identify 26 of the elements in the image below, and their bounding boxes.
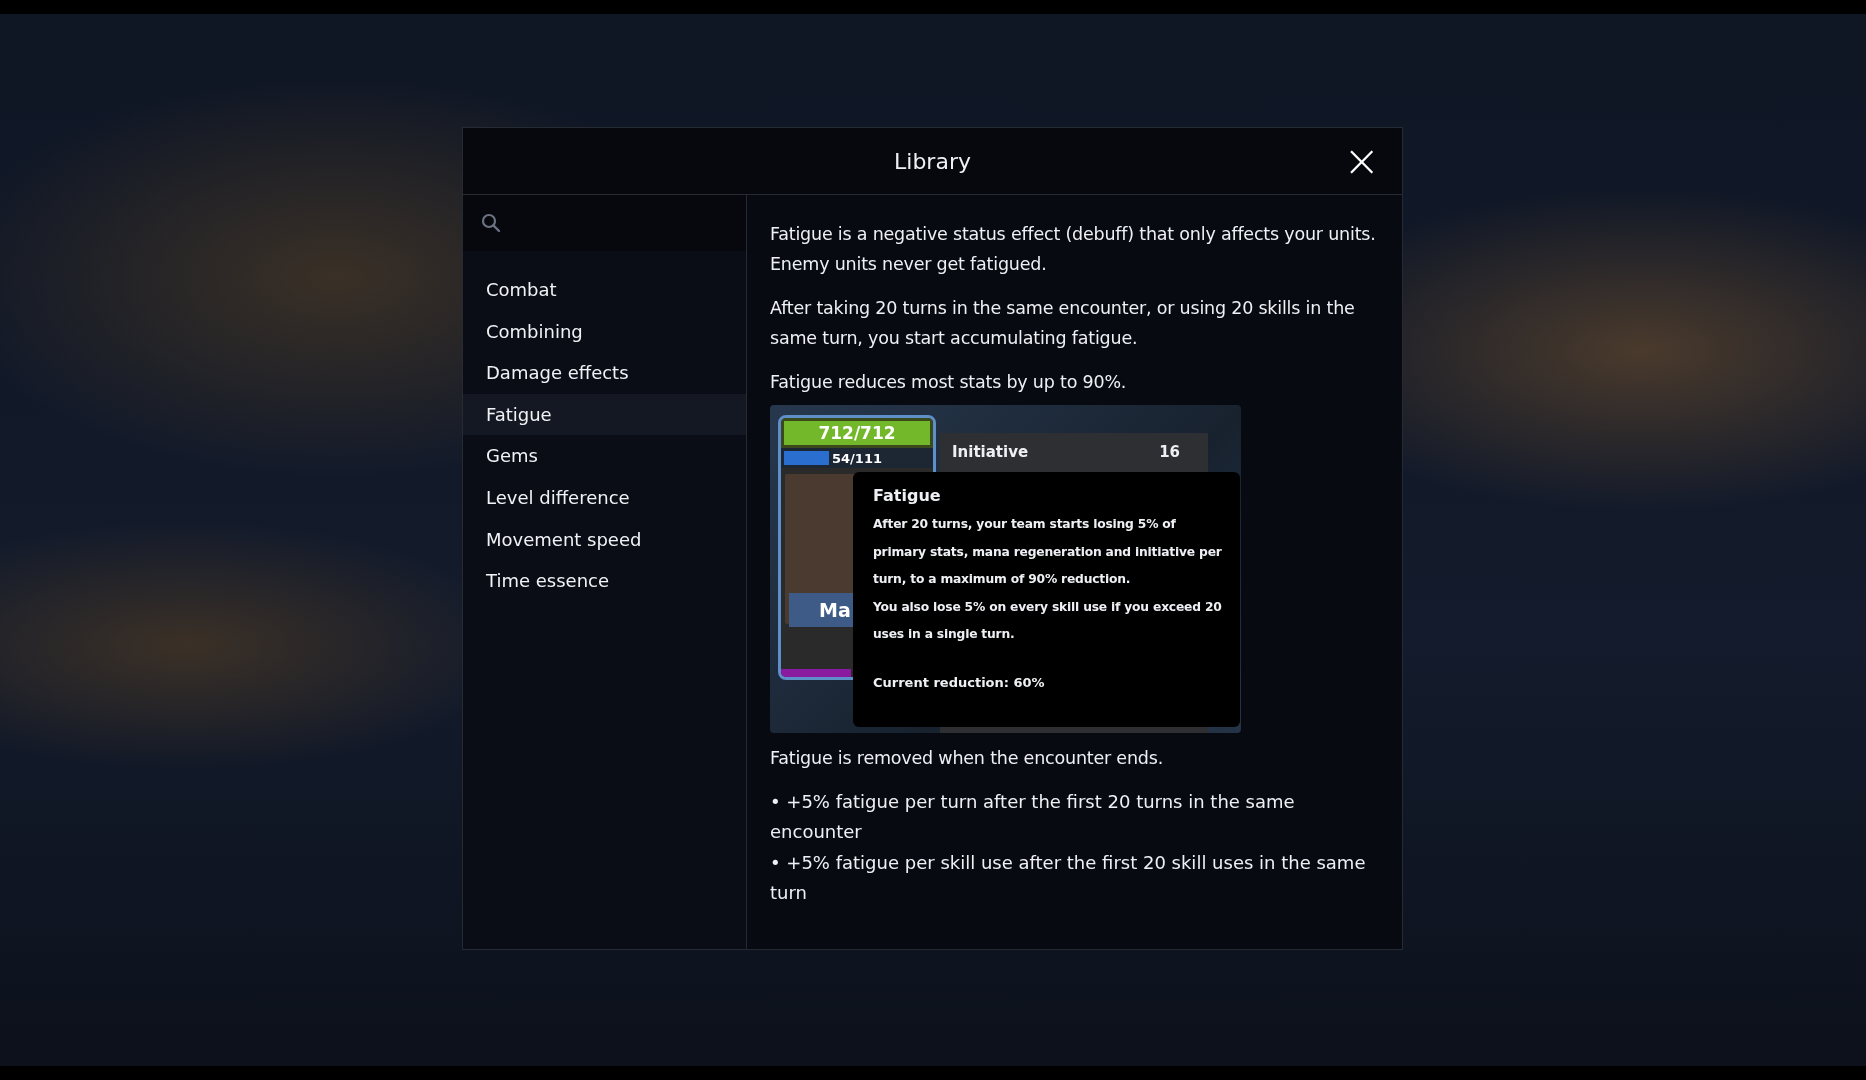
paragraph: After taking 20 turns in the same encounter, or using 20 skills in the same turn, you start accumulating fatigue.	[770, 297, 1356, 350]
close-button[interactable]: ×	[1339, 139, 1384, 183]
tooltip-text: After 20 turns, your team starts losing 5% of primary stats, mana regeneration and initiative per turn, to a maximum of 90% reduction.	[873, 516, 1223, 588]
stat-label: Initiative	[952, 443, 1029, 461]
dialog-title: Library	[894, 148, 971, 174]
sidebar-item[interactable]: Damage effects	[463, 352, 746, 394]
search-icon	[481, 213, 501, 233]
paragraph: Fatigue is a negative status effect (debuff) that only affects your units. Enemy units never get fatigued.	[770, 223, 1377, 276]
sidebar-item[interactable]: Time essence	[463, 560, 746, 602]
sidebar-item[interactable]: Fatigue	[463, 393, 746, 436]
bullet-item: • +5% fatigue per turn after the first 20 turns in the same encounter	[770, 790, 1296, 844]
sidebar-item[interactable]: Level difference	[463, 476, 746, 519]
bullet-item: • +5% fatigue per skill use after the first 20 skill uses in the same turn	[770, 851, 1367, 905]
search-field[interactable]	[463, 195, 746, 251]
sidebar-item[interactable]: Combining	[463, 310, 746, 353]
paragraph: Fatigue reduces most stats by up to 90%.	[770, 371, 1128, 394]
tooltip-title: Fatigue	[873, 486, 942, 505]
sidebar-item[interactable]: Gems	[463, 435, 746, 477]
experience-bar	[781, 669, 851, 677]
health-reading: 712/712	[818, 423, 896, 443]
sidebar-item[interactable]: Combat	[463, 269, 746, 311]
sidebar-item[interactable]: Movement speed	[463, 518, 746, 561]
tooltip-text: Current reduction: 60%	[873, 674, 1046, 690]
stat-value: 16	[1159, 443, 1180, 461]
mana-reading: 54/111	[829, 451, 885, 466]
paragraph: Fatigue is removed when the encounter ends.	[770, 747, 1164, 770]
